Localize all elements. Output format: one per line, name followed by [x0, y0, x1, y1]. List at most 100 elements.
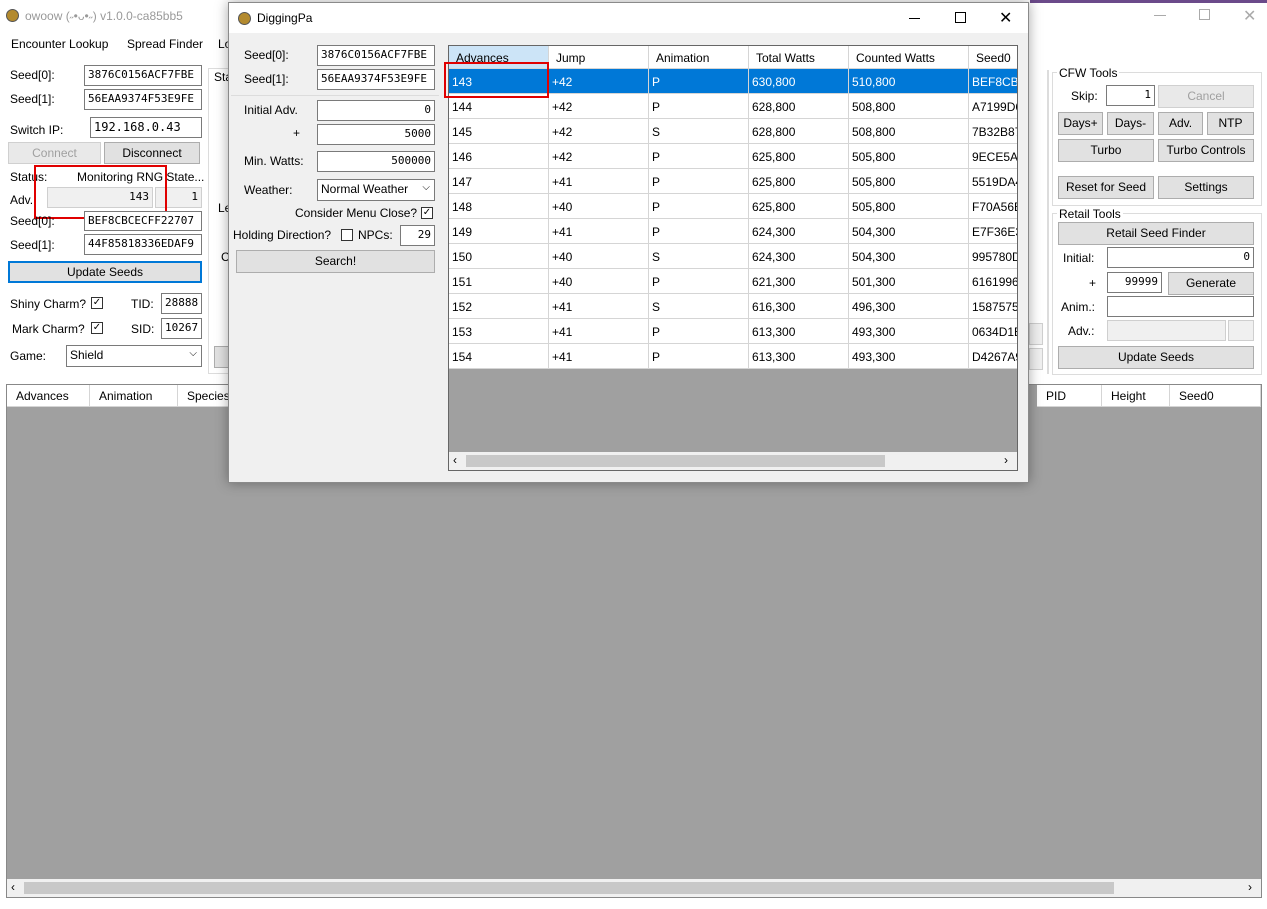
update-seeds-button[interactable]: Update Seeds [8, 261, 202, 283]
table-row-cell[interactable]: +41 [549, 319, 649, 344]
adv-button[interactable]: Adv. [1158, 112, 1203, 135]
table-row-cell[interactable]: P [649, 219, 749, 244]
seed1-input[interactable]: 56EAA9374F53E9FE [84, 89, 202, 110]
game-select[interactable]: Shield ⌵ [66, 345, 202, 367]
table-row-cell[interactable]: 5519DA4 [969, 169, 1017, 194]
table-row-cell[interactable]: +40 [549, 269, 649, 294]
consider-menu-checkbox[interactable]: ✓ [421, 207, 433, 219]
dialog-minimize-icon[interactable] [909, 18, 920, 19]
dialog-results-grid[interactable]: Advances Jump Animation Total Watts Counted … [448, 45, 1018, 471]
table-row-cell[interactable]: 505,800 [849, 169, 969, 194]
reset-for-seed-button[interactable]: Reset for Seed [1058, 176, 1154, 199]
selected-row-cell[interactable]: P [649, 69, 749, 94]
table-row-cell[interactable]: P [649, 144, 749, 169]
main-col-advances[interactable]: Advances [7, 385, 90, 407]
table-row-cell[interactable]: +42 [549, 144, 649, 169]
table-row-cell[interactable]: 151 [449, 269, 549, 294]
dialog-col-seed0[interactable]: Seed0 [969, 46, 1017, 69]
main-col-seed0[interactable]: Seed0 [1170, 385, 1261, 407]
table-row-cell[interactable]: P [649, 269, 749, 294]
dialog-seed0-input[interactable]: 3876C0156ACF7FBE [317, 45, 435, 66]
main-horizontal-scrollbar[interactable]: ‹ › [7, 879, 1261, 897]
table-row-cell[interactable]: +40 [549, 244, 649, 269]
table-row-cell[interactable]: P [649, 94, 749, 119]
dialog-horizontal-scrollbar[interactable]: ‹ › [449, 452, 1017, 470]
retail-anim-input[interactable] [1107, 296, 1254, 317]
table-row-cell[interactable]: +40 [549, 194, 649, 219]
cancel-button[interactable]: Cancel [1158, 85, 1254, 108]
connect-button[interactable]: Connect [8, 142, 101, 164]
initial-adv-input[interactable]: 0 [317, 100, 435, 121]
search-button[interactable]: Search! [236, 250, 435, 273]
table-row-cell[interactable]: 148 [449, 194, 549, 219]
table-row-cell[interactable]: 616,300 [749, 294, 849, 319]
skip-input[interactable]: 1 [1106, 85, 1155, 106]
dialog-seed1-input[interactable]: 56EAA9374F53E9FE [317, 69, 435, 90]
table-row-cell[interactable]: 150 [449, 244, 549, 269]
table-row-cell[interactable]: +41 [549, 219, 649, 244]
table-row-cell[interactable]: A7199D6 [969, 94, 1017, 119]
table-row-cell[interactable]: 504,300 [849, 219, 969, 244]
selected-row-cell[interactable]: BEF8CBC [969, 69, 1017, 94]
retail-seed-finder-button[interactable]: Retail Seed Finder [1058, 222, 1254, 245]
table-row-cell[interactable]: 7B32B87 [969, 119, 1017, 144]
table-row-cell[interactable]: 493,300 [849, 344, 969, 369]
table-row-cell[interactable]: 493,300 [849, 319, 969, 344]
table-row-cell[interactable]: S [649, 119, 749, 144]
table-row-cell[interactable]: 624,300 [749, 244, 849, 269]
table-row-cell[interactable]: 628,800 [749, 94, 849, 119]
weather-select[interactable]: Normal Weather ⌵ [317, 179, 435, 201]
table-row-cell[interactable]: 625,800 [749, 194, 849, 219]
menu-spread-finder[interactable]: Spread Finder [127, 37, 203, 51]
main-col-species[interactable]: Species [178, 385, 230, 407]
selected-row-cell[interactable]: 630,800 [749, 69, 849, 94]
table-row-cell[interactable]: 496,300 [849, 294, 969, 319]
main-col-height[interactable]: Height [1102, 385, 1170, 407]
tid-input[interactable]: 28888 [161, 293, 202, 314]
dialog-maximize-icon[interactable] [955, 12, 966, 23]
table-row-cell[interactable]: 505,800 [849, 144, 969, 169]
selected-row-cell[interactable]: +42 [549, 69, 649, 94]
table-row-cell[interactable]: 0634D1E [969, 319, 1017, 344]
shiny-charm-checkbox[interactable]: ✓ [91, 297, 103, 309]
current-seed0-input[interactable]: BEF8CBCECFF22707 [84, 211, 202, 231]
table-row-cell[interactable]: 508,800 [849, 94, 969, 119]
days-plus-button[interactable]: Days+ [1058, 112, 1103, 135]
disconnect-button[interactable]: Disconnect [104, 142, 200, 164]
dialog-col-counted-watts[interactable]: Counted Watts [849, 46, 969, 69]
table-row-cell[interactable]: 625,800 [749, 144, 849, 169]
retail-initial-input[interactable]: 0 [1107, 247, 1254, 268]
retail-plus-input[interactable]: 99999 [1107, 272, 1162, 293]
table-row-cell[interactable]: 504,300 [849, 244, 969, 269]
table-row-cell[interactable]: 153 [449, 319, 549, 344]
table-row-cell[interactable]: P [649, 194, 749, 219]
table-row-cell[interactable]: 9ECE5A1 [969, 144, 1017, 169]
dialog-scroll-right-icon[interactable]: › [1004, 453, 1008, 467]
table-row-cell[interactable]: 613,300 [749, 344, 849, 369]
table-row-cell[interactable]: 6161996 [969, 269, 1017, 294]
npcs-input[interactable]: 29 [400, 225, 435, 246]
dialog-col-animation[interactable]: Animation [649, 46, 749, 69]
sid-input[interactable]: 10267 [161, 318, 202, 339]
ntp-button[interactable]: NTP [1207, 112, 1254, 135]
scroll-right-icon[interactable]: › [1248, 880, 1252, 894]
table-row-cell[interactable]: +41 [549, 344, 649, 369]
table-row-cell[interactable]: 625,800 [749, 169, 849, 194]
seed0-input[interactable]: 3876C0156ACF7FBE [84, 65, 202, 86]
table-row-cell[interactable]: 149 [449, 219, 549, 244]
selected-row-cell[interactable]: 510,800 [849, 69, 969, 94]
table-row-cell[interactable]: P [649, 319, 749, 344]
dialog-close-icon[interactable]: ✕ [999, 8, 1012, 28]
dialog-col-total-watts[interactable]: Total Watts [749, 46, 849, 69]
table-row-cell[interactable]: F70A56E [969, 194, 1017, 219]
turbo-controls-button[interactable]: Turbo Controls [1158, 139, 1254, 162]
table-row-cell[interactable]: 147 [449, 169, 549, 194]
table-row-cell[interactable]: E7F36E3 [969, 219, 1017, 244]
generate-button[interactable]: Generate [1168, 272, 1254, 295]
dialog-scroll-thumb[interactable] [466, 455, 885, 467]
dialog-col-jump[interactable]: Jump [549, 46, 649, 69]
menu-encounter-lookup[interactable]: Encounter Lookup [11, 37, 108, 51]
table-row-cell[interactable]: +42 [549, 94, 649, 119]
mark-charm-checkbox[interactable]: ✓ [91, 322, 103, 334]
table-row-cell[interactable]: +42 [549, 119, 649, 144]
